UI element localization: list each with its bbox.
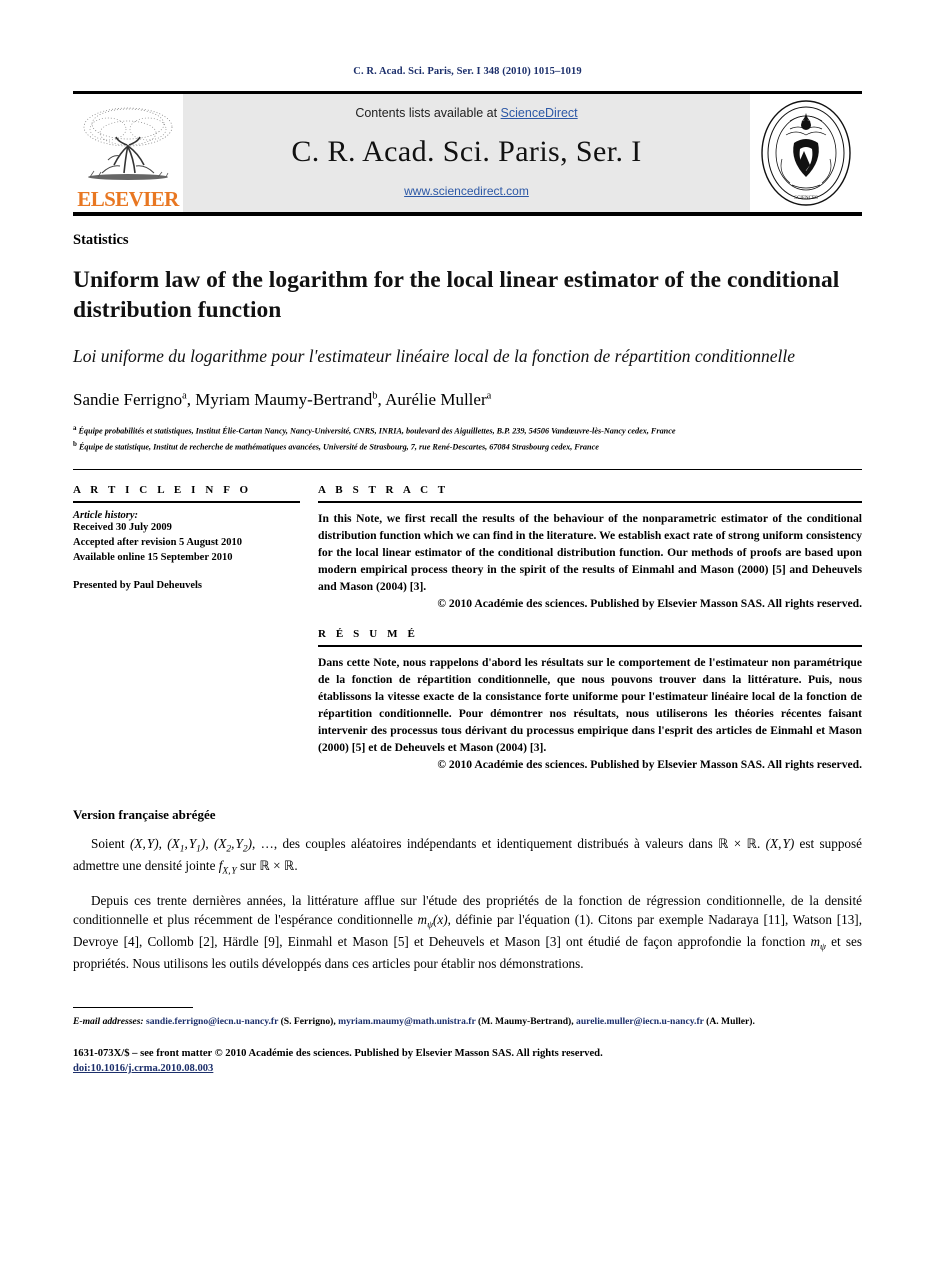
- abstract-heading: A B S T R A C T: [318, 484, 449, 496]
- article-page: C. R. Acad. Sci. Paris, Ser. I 348 (2010…: [0, 0, 935, 1266]
- sciencedirect-link[interactable]: ScienceDirect: [501, 106, 578, 120]
- article-info-heading: A R T I C L E I N F O: [73, 484, 252, 496]
- email-addresses-label: E-mail addresses:: [73, 1016, 144, 1028]
- abstract-text: In this Note, we first recall the result…: [318, 512, 862, 594]
- email-link-maumy[interactable]: myriam.maumy@math.unistra.fr: [338, 1016, 475, 1027]
- footnote-rule: [73, 1007, 193, 1009]
- author-affil-mark: a: [182, 390, 187, 402]
- affiliation-mark: b: [73, 439, 77, 448]
- page-title-french: Loi uniforme du logarithme pour l'estima…: [73, 346, 795, 367]
- page-content: C. R. Acad. Sci. Paris, Ser. I 348 (2010…: [73, 0, 862, 1076]
- fr-math-rr2: ℝ × ℝ: [259, 858, 295, 874]
- resume-text: Dans cette Note, nous rappelons d'abord …: [318, 656, 862, 755]
- footnote-emails: E-mail addresses: sandie.ferrigno@iecn.u…: [73, 1016, 755, 1028]
- french-paragraph-1: Soient (X, Y), (X1, Y1), (X2, Y2), …, de…: [73, 836, 863, 877]
- article-info-rule: [73, 501, 300, 503]
- affiliation-item: a Équipe probabilités et statistiques, I…: [73, 424, 862, 437]
- email-link-muller[interactable]: aurelie.muller@iecn.u-nancy.fr: [576, 1016, 704, 1027]
- abstract-copyright: © 2010 Académie des sciences. Published …: [437, 597, 862, 611]
- fr-p1-a: Soient: [91, 836, 131, 852]
- contents-prefix: Contents lists available at: [355, 106, 501, 120]
- academie-seal-icon: SCIENCES: [761, 100, 851, 206]
- email-link-ferrigno[interactable]: sandie.ferrigno@iecn.u-nancy.fr: [146, 1016, 278, 1027]
- author-name: Sandie Ferrigno: [73, 390, 183, 410]
- elsevier-logo: ELSEVIER: [73, 94, 183, 212]
- fr-math-mpsi: mψ: [810, 933, 826, 953]
- email-owner-maumy: (M. Maumy-Bertrand): [478, 1016, 572, 1028]
- page-title: Uniform law of the logarithm for the loc…: [73, 267, 840, 324]
- resume-copyright: © 2010 Académie des sciences. Published …: [437, 758, 862, 772]
- email-owner-muller: (A. Muller): [706, 1016, 753, 1028]
- sciencedirect-url-link[interactable]: www.sciencedirect.com: [404, 184, 529, 198]
- author-affil-mark: b: [372, 390, 378, 402]
- author-list: Sandie Ferrignoa, Myriam Maumy-Bertrandb…: [73, 390, 492, 410]
- resume-heading: R É S U M É: [318, 628, 419, 641]
- french-version-heading: Version française abrégée: [73, 807, 216, 823]
- journal-title: C. R. Acad. Sci. Paris, Ser. I: [291, 135, 642, 168]
- resume-rule: [318, 645, 862, 648]
- affiliation-text: Équipe de statistique, Institut de reche…: [78, 442, 599, 452]
- author-name: Myriam Maumy-Bertrand: [195, 390, 373, 410]
- history-accepted: Accepted after revision 5 August 2010: [73, 536, 243, 548]
- abstract-rule: [318, 501, 862, 503]
- academie-seal: SCIENCES: [750, 94, 862, 212]
- abstract-column: A B S T R A C T In this Note, we first r…: [318, 484, 862, 771]
- doi-link[interactable]: doi:10.1016/j.crma.2010.08.003: [73, 1063, 213, 1074]
- journal-banner: ELSEVIER Contents lists available at Sci…: [73, 94, 862, 212]
- fr-math-rr: ℝ × ℝ: [718, 836, 758, 852]
- fr-math-pair1: (X1, Y1): [167, 836, 206, 855]
- author-name: Aurélie Muller: [385, 390, 487, 410]
- presented-by: Presented by Paul Deheuvels: [73, 579, 203, 591]
- fr-math-pair2: (X2, Y2): [213, 836, 253, 855]
- affiliation-list: a Équipe probabilités et statistiques, I…: [73, 424, 862, 453]
- resume-block: R É S U M É Dans cette Note, nous rappel…: [318, 628, 862, 771]
- article-info-column: A R T I C L E I N F O Article history: R…: [73, 484, 318, 771]
- affiliation-item: b Équipe de statistique, Institut de rec…: [73, 440, 862, 453]
- imprint-line: 1631-073X/$ – see front matter © 2010 Ac…: [73, 1047, 603, 1059]
- contents-available-line: Contents lists available at ScienceDirec…: [355, 106, 577, 120]
- imprint-block: 1631-073X/$ – see front matter © 2010 Ac…: [73, 1046, 862, 1077]
- affiliation-text: Équipe probabilités et statistiques, Ins…: [78, 426, 676, 436]
- article-history-label: Article history:: [73, 510, 139, 521]
- elsevier-tree-icon: [78, 103, 178, 189]
- history-received: Received 30 July 2009: [73, 522, 172, 533]
- running-head: C. R. Acad. Sci. Paris, Ser. I 348 (2010…: [353, 66, 582, 77]
- french-paragraph-2: Depuis ces trente dernières années, la l…: [73, 892, 862, 973]
- author-affil-mark: a: [486, 390, 492, 402]
- svg-text:SCIENCES: SCIENCES: [794, 196, 818, 201]
- info-abstract-grid: A R T I C L E I N F O Article history: R…: [73, 484, 862, 771]
- fr-math-pairs: (X, Y): [130, 836, 159, 852]
- header-divider: [73, 469, 862, 470]
- email-owner-ferrigno: (S. Ferrigno): [280, 1016, 334, 1028]
- fr-math-density: fX, Y: [218, 858, 237, 877]
- history-available-online: Available online 15 September 2010: [73, 551, 233, 563]
- subject-category: Statistics: [73, 232, 129, 248]
- banner-bottom-rule: [73, 212, 862, 216]
- fr-p1-d: sur: [236, 858, 260, 874]
- affiliation-mark: a: [73, 424, 77, 433]
- elsevier-wordmark: ELSEVIER: [77, 187, 179, 211]
- fr-p1-b: , des couples aléatoires indépendants et…: [273, 836, 719, 852]
- fr-math-mpsi-x: mψ(x): [417, 911, 448, 931]
- fr-math-xy: (X, Y): [765, 836, 795, 852]
- banner-center: Contents lists available at ScienceDirec…: [183, 94, 750, 212]
